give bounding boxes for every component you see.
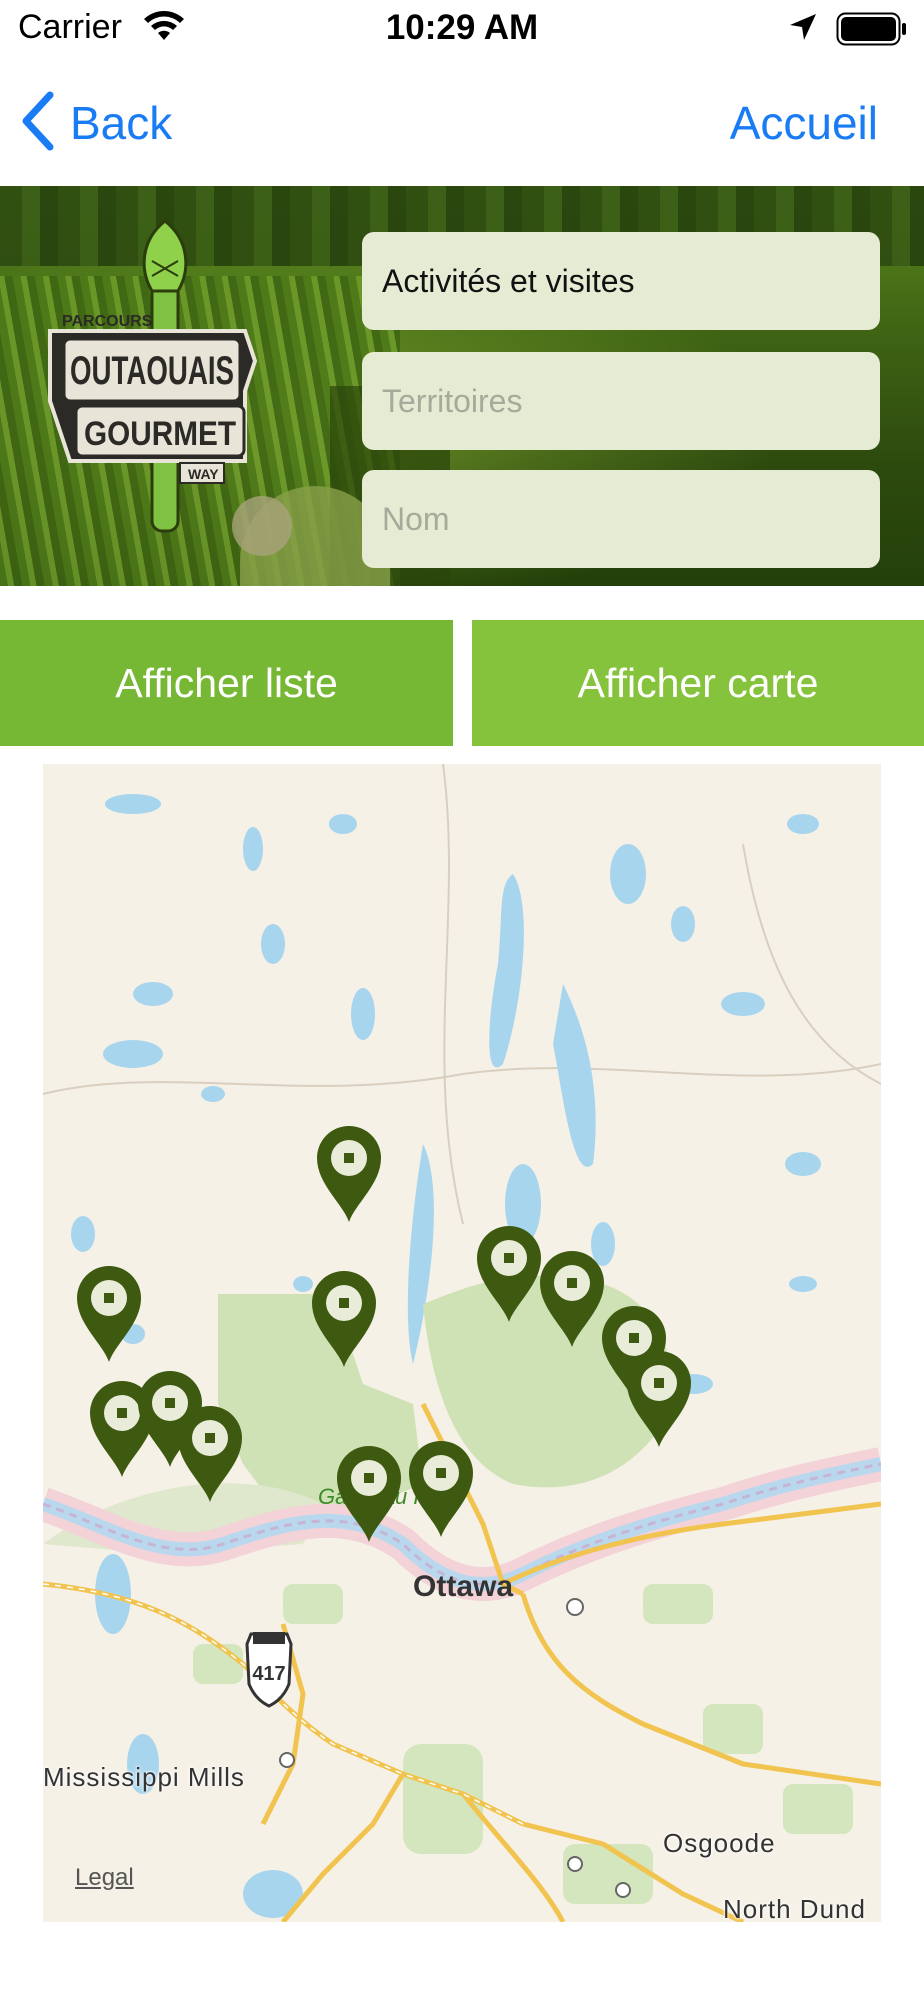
highway-shield-icon: 417 bbox=[245, 1632, 293, 1708]
show-list-button[interactable]: Afficher liste bbox=[0, 620, 453, 746]
chevron-left-icon bbox=[20, 91, 54, 156]
category-field[interactable]: Activités et visites bbox=[362, 232, 880, 330]
clock: 10:29 AM bbox=[385, 8, 539, 47]
place-label: Mississippi Mills bbox=[43, 1762, 245, 1792]
map-pin[interactable] bbox=[308, 1269, 380, 1369]
hero-banner: PARCOURS OUTAOUAIS GOURMET WAY Activités… bbox=[0, 186, 924, 586]
home-button[interactable]: Accueil bbox=[730, 90, 878, 156]
logo-line4: WAY bbox=[188, 466, 219, 482]
map-pin[interactable] bbox=[313, 1124, 385, 1224]
map-pin-icon bbox=[77, 1266, 141, 1362]
map-pin-icon bbox=[178, 1406, 242, 1502]
map-pin-icon bbox=[409, 1441, 473, 1537]
legal-link[interactable]: Legal bbox=[75, 1864, 134, 1892]
map-pin[interactable] bbox=[473, 1224, 545, 1324]
map-pin-icon bbox=[337, 1446, 401, 1542]
map-base: 417 Gatineau Park Ottawa bbox=[43, 764, 881, 1922]
back-label: Back bbox=[70, 97, 173, 149]
location-arrow-icon bbox=[788, 12, 818, 47]
territory-field[interactable]: Territoires bbox=[362, 352, 880, 450]
map-pin-icon bbox=[312, 1271, 376, 1367]
place-label: North Dund bbox=[723, 1894, 866, 1922]
map-pin-icon bbox=[627, 1351, 691, 1447]
map-pin-icon bbox=[317, 1126, 381, 1222]
town-dot bbox=[279, 1752, 295, 1768]
map-pin[interactable] bbox=[405, 1439, 477, 1539]
town-dot bbox=[567, 1856, 583, 1872]
logo-line2: OUTAOUAIS bbox=[70, 349, 234, 393]
map-pin-icon bbox=[477, 1226, 541, 1322]
battery-icon bbox=[836, 12, 908, 51]
show-map-button[interactable]: Afficher carte bbox=[472, 620, 924, 746]
town-dot bbox=[566, 1598, 584, 1616]
highway-number: 417 bbox=[252, 1663, 285, 1685]
outaouais-gourmet-logo: PARCOURS OUTAOUAIS GOURMET WAY bbox=[40, 219, 300, 541]
map-pin[interactable] bbox=[174, 1404, 246, 1504]
status-bar: Carrier 10:29 AM bbox=[0, 0, 924, 60]
map-view[interactable]: 417 Gatineau Park Ottawa Mississippi Mil… bbox=[43, 764, 881, 1922]
map-pin[interactable] bbox=[73, 1264, 145, 1364]
town-dot bbox=[615, 1882, 631, 1898]
map-pin[interactable] bbox=[333, 1444, 405, 1544]
logo-line1: PARCOURS bbox=[62, 313, 153, 330]
map-pin[interactable] bbox=[623, 1349, 695, 1449]
logo-line3: GOURMET bbox=[84, 415, 236, 453]
navigation-bar: Back Accueil bbox=[0, 60, 924, 185]
place-label: Osgoode bbox=[663, 1828, 776, 1858]
city-label: Ottawa bbox=[413, 1570, 513, 1603]
back-button[interactable]: Back bbox=[20, 90, 172, 156]
name-field[interactable]: Nom bbox=[362, 470, 880, 568]
